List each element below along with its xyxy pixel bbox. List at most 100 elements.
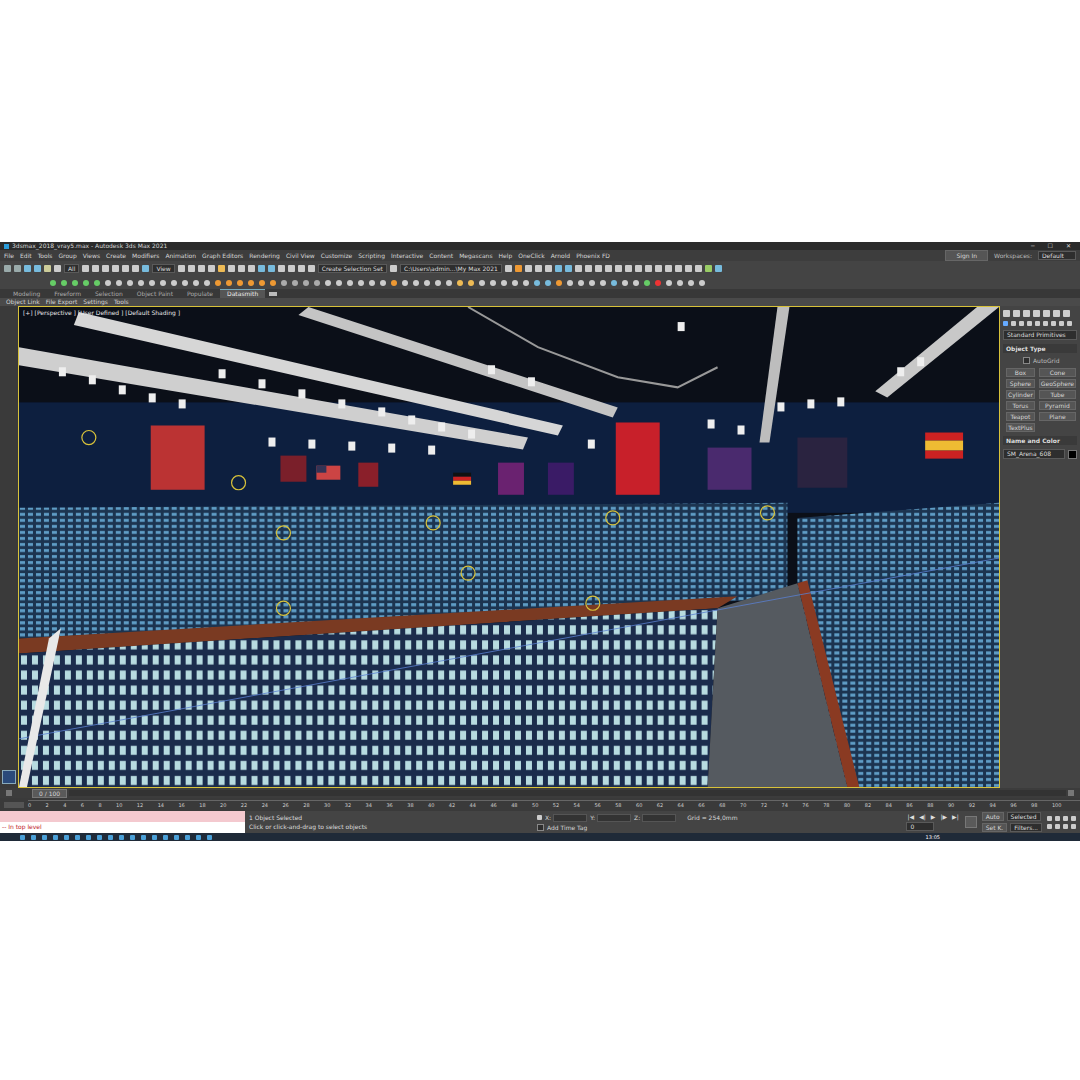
window-control[interactable]: ☐ — [1043, 242, 1058, 250]
tool-icon[interactable] — [248, 280, 254, 286]
tool-icon[interactable] — [218, 265, 225, 272]
category-icon[interactable] — [1067, 321, 1072, 326]
window-control[interactable]: ✕ — [1061, 242, 1076, 250]
tool-icon[interactable] — [655, 265, 662, 272]
tool-icon[interactable] — [237, 280, 243, 286]
menu-item[interactable]: Graph Editors — [202, 251, 243, 260]
rollout-title[interactable]: Name and Color — [1003, 436, 1077, 445]
primitive-button[interactable]: Box — [1006, 368, 1035, 377]
tool-icon[interactable] — [505, 265, 512, 272]
viewport[interactable]: [+] [Perspective ] [User Defined ] [Defa… — [18, 306, 1000, 788]
taskbar-app-icon[interactable] — [20, 835, 25, 840]
category-icon[interactable] — [1051, 321, 1056, 326]
menu-item[interactable]: Customize — [321, 251, 353, 260]
menu-item[interactable]: Scripting — [358, 251, 385, 260]
menu-item[interactable]: Content — [429, 251, 453, 260]
category-dropdown[interactable]: Standard Primitives — [1003, 330, 1077, 340]
menu-item[interactable]: Megascans — [459, 251, 492, 260]
tool-icon[interactable] — [615, 265, 622, 272]
tool-icon[interactable] — [699, 280, 705, 286]
auto-key-button[interactable]: Auto — [982, 812, 1004, 821]
maxscript-listener[interactable]: -- In top level — [0, 811, 245, 833]
taskbar-app-icon[interactable] — [64, 835, 69, 840]
menu-item[interactable]: Phoenix FD — [576, 251, 610, 260]
tool-icon[interactable] — [390, 265, 397, 272]
taskbar-app-icon[interactable] — [141, 835, 146, 840]
time-tag-label[interactable]: Add Time Tag — [547, 824, 587, 831]
playback-button[interactable]: |▶ — [939, 813, 948, 820]
ribbon-tab[interactable]: Freeform — [47, 290, 88, 298]
tool-icon[interactable] — [424, 280, 430, 286]
key-filter-dropdown[interactable]: Selected — [1007, 812, 1041, 821]
coordinate-field[interactable]: X: — [545, 814, 587, 822]
listener-input[interactable] — [0, 811, 245, 822]
tool-icon[interactable] — [605, 265, 612, 272]
tool-icon[interactable] — [188, 265, 195, 272]
tool-icon[interactable] — [258, 265, 265, 272]
panel-tab-icon[interactable] — [1043, 310, 1050, 317]
primitive-button[interactable]: Pyramid — [1039, 401, 1076, 410]
taskbar-app-icon[interactable] — [174, 835, 179, 840]
tool-icon[interactable] — [193, 280, 199, 286]
category-icon[interactable] — [1011, 321, 1016, 326]
menu-item[interactable]: Arnold — [551, 251, 570, 260]
tool-icon[interactable] — [248, 265, 255, 272]
tool-icon[interactable] — [292, 280, 298, 286]
menu-item[interactable]: Help — [499, 251, 513, 260]
taskbar-app-icon[interactable] — [31, 835, 36, 840]
menu-item[interactable]: Rendering — [249, 251, 280, 260]
ribbon-tab[interactable]: Populate — [180, 290, 220, 298]
tool-icon[interactable] — [685, 265, 692, 272]
workspace-dropdown[interactable]: Default — [1038, 251, 1076, 260]
taskbar-app-icon[interactable] — [152, 835, 157, 840]
tool-icon[interactable] — [303, 280, 309, 286]
tool-icon[interactable] — [314, 280, 320, 286]
tool-icon[interactable] — [525, 265, 532, 272]
slider-left-icon[interactable] — [6, 790, 12, 796]
tool-icon[interactable] — [555, 265, 562, 272]
lock-icon[interactable] — [537, 815, 542, 820]
tool-icon[interactable] — [208, 265, 215, 272]
category-icon[interactable] — [1043, 321, 1048, 326]
add-key-icon[interactable] — [965, 816, 977, 828]
tool-icon[interactable] — [645, 265, 652, 272]
tool-icon[interactable] — [380, 280, 386, 286]
panel-tab-icon[interactable] — [1003, 310, 1010, 317]
tool-icon[interactable] — [94, 280, 100, 286]
playback-button[interactable]: ◀| — [918, 813, 927, 820]
taskbar-app-icon[interactable] — [196, 835, 201, 840]
tool-icon[interactable] — [4, 265, 11, 272]
tool-icon[interactable] — [281, 280, 287, 286]
tool-icon[interactable] — [122, 265, 129, 272]
tool-icon[interactable] — [677, 280, 683, 286]
tool-icon[interactable] — [116, 280, 122, 286]
primitive-button[interactable]: Teapot — [1006, 412, 1035, 421]
tool-icon[interactable] — [611, 280, 617, 286]
ribbon-tab[interactable]: Selection — [88, 290, 130, 298]
taskbar-app-icon[interactable] — [185, 835, 190, 840]
tool-icon[interactable] — [132, 265, 139, 272]
tool-icon[interactable] — [391, 280, 397, 286]
tool-icon[interactable] — [402, 280, 408, 286]
tool-icon[interactable] — [238, 265, 245, 272]
tool-icon[interactable] — [160, 280, 166, 286]
tool-icon[interactable] — [50, 280, 56, 286]
tool-icon[interactable] — [54, 265, 61, 272]
tool-icon[interactable] — [105, 280, 111, 286]
tool-icon[interactable] — [501, 280, 507, 286]
ribbon-panel-item[interactable]: Tools — [114, 298, 129, 306]
filters-button[interactable]: Filters... — [1010, 823, 1042, 832]
ribbon-toggle-icon[interactable] — [269, 292, 277, 296]
tool-icon[interactable] — [446, 280, 452, 286]
menu-item[interactable]: File — [4, 251, 14, 260]
tool-icon[interactable] — [288, 265, 295, 272]
tool-icon[interactable] — [308, 265, 315, 272]
primitive-button[interactable]: Tube — [1039, 390, 1076, 399]
coordinate-field[interactable]: Y: — [590, 814, 631, 822]
tool-icon[interactable] — [92, 265, 99, 272]
taskbar-app-icon[interactable] — [119, 835, 124, 840]
tool-icon[interactable] — [635, 265, 642, 272]
tool-icon[interactable] — [523, 280, 529, 286]
tool-icon[interactable] — [72, 280, 78, 286]
reference-coordinate[interactable]: View — [152, 264, 174, 273]
